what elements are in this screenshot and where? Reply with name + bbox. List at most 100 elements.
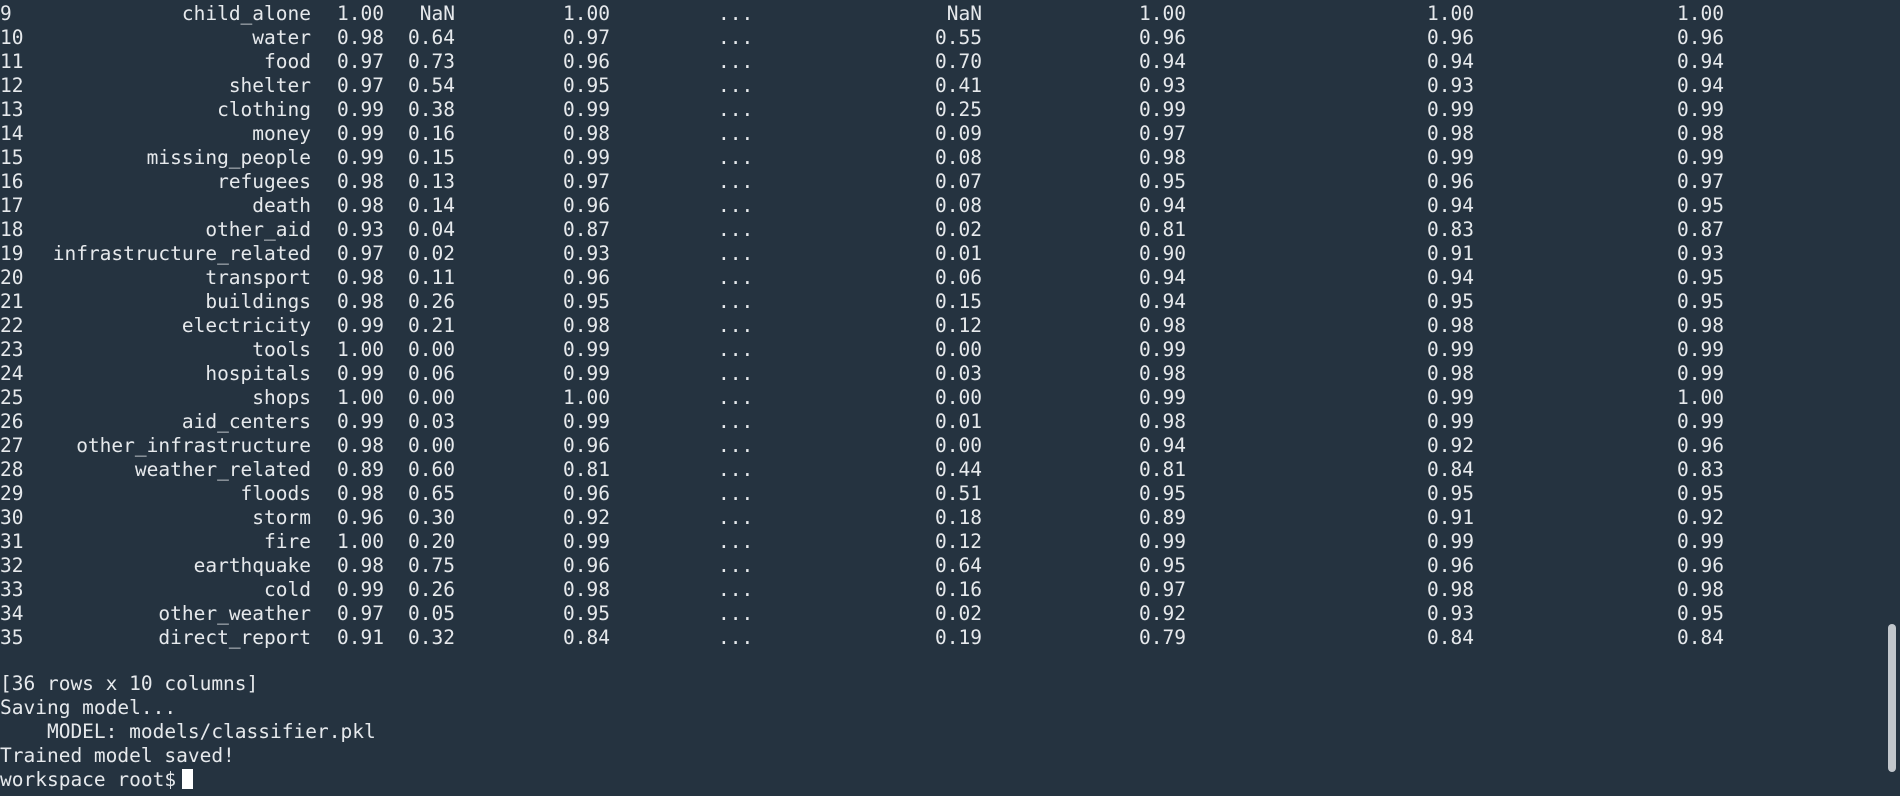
terminal-output[interactable]: 9 child_alone 1.00 NaN 1.00... NaN 1.00 1.00 1.0… (0, 0, 1884, 796)
category-name: direct_report (158, 626, 311, 649)
metric-cell-c5: 0.44 (935, 458, 982, 481)
prompt-line[interactable]: workspace root$ (0, 768, 194, 792)
category-name: other_weather (158, 602, 311, 625)
metric-cell-c7: 0.99 (1427, 98, 1474, 121)
metric-cell-c8: 0.95 (1677, 194, 1724, 217)
metric-cell-c7: 0.98 (1427, 122, 1474, 145)
vertical-scrollbar[interactable] (1884, 0, 1900, 796)
metric-cell-c1: 0.89 (337, 458, 384, 481)
metric-cell-c4: ... (718, 50, 754, 73)
metric-cell-c2: 0.20 (408, 530, 455, 553)
metric-cell-c7: 0.84 (1427, 458, 1474, 481)
metric-cell-c4: ... (718, 98, 754, 121)
table-row: 19 infrastructure_related 0.97 0.02 0.93... 0… (0, 242, 1880, 266)
scrollbar-thumb[interactable] (1888, 624, 1896, 772)
metric-cell-c1: 0.99 (337, 98, 384, 121)
table-row: 22 electricity 0.99 0.21 0.98... 0.12 0.98 0.98… (0, 314, 1880, 338)
metric-cell-c1: 0.98 (337, 482, 384, 505)
metric-cell-c2: 0.11 (408, 266, 455, 289)
table-row: 23 tools 1.00 0.00 0.99... 0.00 0.99 0.99 0.99 (0, 338, 1880, 362)
table-row: 26 aid_centers 0.99 0.03 0.99... 0.01 0.98 0.99… (0, 410, 1880, 434)
metric-cell-c3: 0.95 (563, 74, 610, 97)
metric-cell-c7: 0.93 (1427, 74, 1474, 97)
metric-cell-c5: 0.00 (935, 434, 982, 457)
category-name: infrastructure_related (52, 242, 311, 265)
metric-cell-c7: 0.98 (1427, 314, 1474, 337)
metric-cell-c7: 0.99 (1427, 410, 1474, 433)
category-name: aid_centers (181, 410, 311, 433)
metric-cell-c5: 0.07 (935, 170, 982, 193)
metric-cell-c6: 0.92 (1139, 602, 1186, 625)
table-summary: [36 rows x 10 columns] (0, 672, 259, 695)
metric-cell-c5: 0.08 (935, 194, 982, 217)
table-row: 28 weather_related 0.89 0.60 0.81... 0.44 0.81… (0, 458, 1880, 482)
metric-cell-c3: 0.95 (563, 290, 610, 313)
metric-cell-c4: ... (718, 578, 754, 601)
metric-cell-c3: 0.87 (563, 218, 610, 241)
metric-cell-c3: 0.96 (563, 266, 610, 289)
metric-cell-c8: 0.95 (1677, 290, 1724, 313)
metric-cell-c8: 0.87 (1677, 218, 1724, 241)
metric-cell-c5: 0.03 (935, 362, 982, 385)
metric-cell-c8: 0.99 (1677, 530, 1724, 553)
metric-cell-c5: 0.16 (935, 578, 982, 601)
table-row: 16 refugees 0.98 0.13 0.97... 0.07 0.95 0.96 0.9… (0, 170, 1880, 194)
metric-cell-c3: 0.99 (563, 146, 610, 169)
metric-cell-c2: 0.00 (408, 434, 455, 457)
metric-cell-c1: 0.98 (337, 266, 384, 289)
metric-cell-c5: 0.64 (935, 554, 982, 577)
metric-cell-c7: 0.98 (1427, 578, 1474, 601)
metric-cell-c3: 0.97 (563, 26, 610, 49)
metric-cell-c7: 0.95 (1427, 482, 1474, 505)
table-row: 32 earthquake 0.98 0.75 0.96... 0.64 0.95 0.96 0… (0, 554, 1880, 578)
metric-cell-c7: 0.94 (1427, 50, 1474, 73)
metric-cell-c8: 0.84 (1677, 626, 1724, 649)
category-name: hospitals (205, 362, 311, 385)
metric-cell-c7: 0.91 (1427, 506, 1474, 529)
category-name: missing_people (146, 146, 311, 169)
metric-cell-c8: 0.99 (1677, 410, 1724, 433)
shell-prompt: workspace root$ (0, 768, 177, 791)
metric-cell-c6: 0.97 (1139, 578, 1186, 601)
metric-cell-c1: 0.97 (337, 602, 384, 625)
metric-cell-c1: 1.00 (337, 338, 384, 361)
metric-cell-c6: 0.93 (1139, 74, 1186, 97)
metric-cell-c5: NaN (946, 2, 982, 25)
metric-cell-c8: 0.95 (1677, 602, 1724, 625)
metric-cell-c5: 0.12 (935, 530, 982, 553)
category-name: transport (205, 266, 311, 289)
table-row: 10 water 0.98 0.64 0.97... 0.55 0.96 0.96 0.96 (0, 26, 1880, 50)
metric-cell-c2: 0.16 (408, 122, 455, 145)
metric-cell-c6: 0.98 (1139, 146, 1186, 169)
table-row: 18 other_aid 0.93 0.04 0.87... 0.02 0.81 0.83 0.… (0, 218, 1880, 242)
table-row: 35 direct_report 0.91 0.32 0.84... 0.19 0.79 0.… (0, 626, 1880, 650)
metric-cell-c5: 0.19 (935, 626, 982, 649)
metric-cell-c7: 0.96 (1427, 26, 1474, 49)
metric-cell-c1: 0.98 (337, 26, 384, 49)
metric-cell-c4: ... (718, 338, 754, 361)
metric-cell-c6: 0.79 (1139, 626, 1186, 649)
metric-cell-c4: ... (718, 146, 754, 169)
metric-cell-c6: 0.94 (1139, 194, 1186, 217)
metric-cell-c1: 0.99 (337, 578, 384, 601)
metric-cell-c1: 0.99 (337, 146, 384, 169)
metric-cell-c4: ... (718, 386, 754, 409)
metric-cell-c8: 0.99 (1677, 362, 1724, 385)
metric-cell-c4: ... (718, 2, 754, 25)
metric-cell-c1: 0.93 (337, 218, 384, 241)
metric-cell-c6: 0.96 (1139, 26, 1186, 49)
metric-cell-c2: 0.60 (408, 458, 455, 481)
metric-cell-c7: 0.95 (1427, 290, 1474, 313)
category-name: clothing (217, 98, 311, 121)
metric-cell-c5: 0.51 (935, 482, 982, 505)
metric-cell-c3: 0.96 (563, 482, 610, 505)
metric-cell-c5: 0.01 (935, 410, 982, 433)
category-name: shelter (228, 74, 311, 97)
metric-cell-c1: 0.96 (337, 506, 384, 529)
metric-cell-c3: 0.99 (563, 98, 610, 121)
metric-cell-c7: 0.94 (1427, 266, 1474, 289)
metric-cell-c3: 0.93 (563, 242, 610, 265)
table-row: 17 death 0.98 0.14 0.96... 0.08 0.94 0.94 0.95 (0, 194, 1880, 218)
metric-cell-c2: 0.06 (408, 362, 455, 385)
metric-cell-c1: 0.97 (337, 242, 384, 265)
